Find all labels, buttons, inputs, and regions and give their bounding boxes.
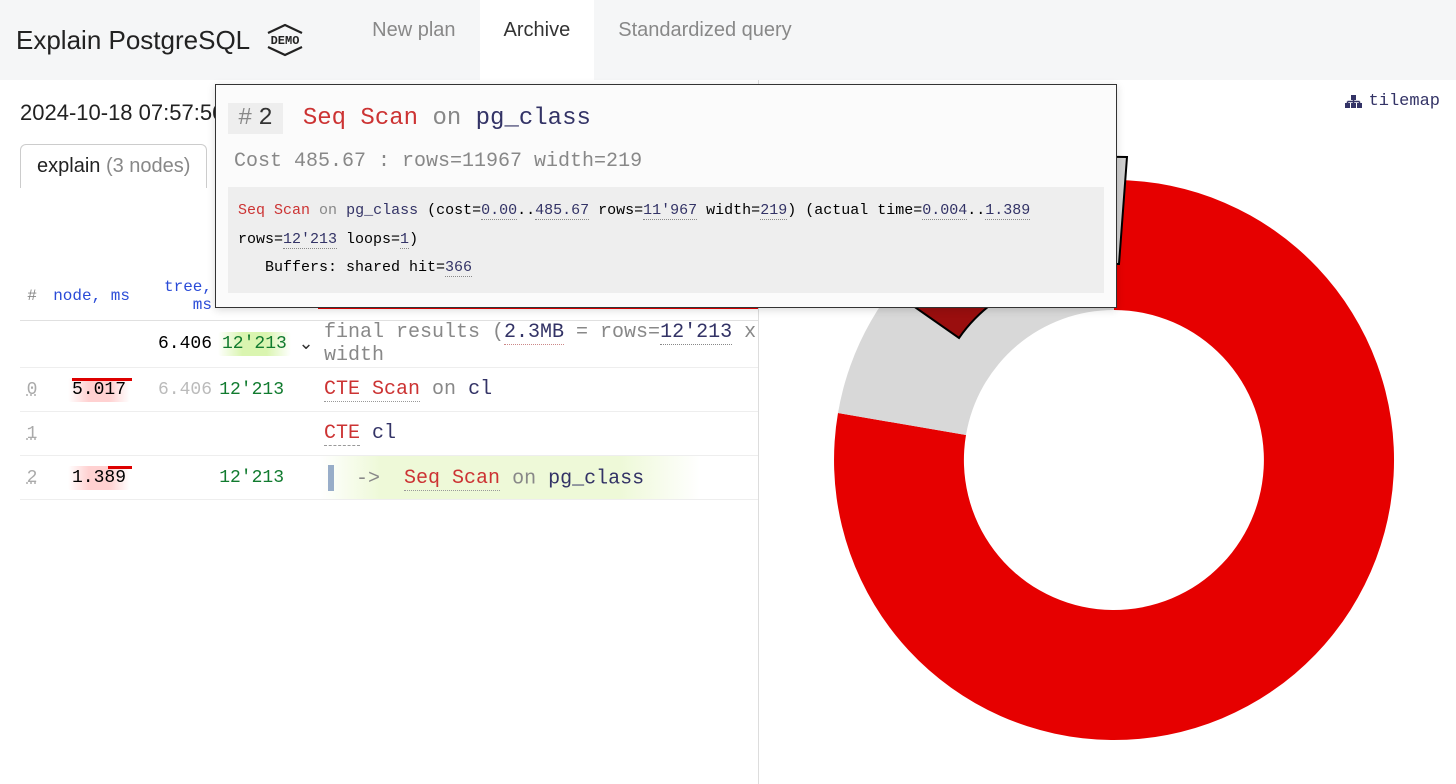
- final-tree: 6.406: [158, 334, 212, 354]
- r0-tree: 6.406: [136, 380, 218, 400]
- tilemap-icon: [1345, 95, 1363, 109]
- tab-archive[interactable]: Archive: [480, 0, 595, 80]
- tooltip-detail: Seq Scan on pg_class (cost=0.00..485.67 …: [228, 187, 1104, 293]
- final-rows: 12'213: [218, 332, 291, 356]
- node-tooltip: # 2 Seq Scan on pg_class Cost 485.67 : r…: [215, 84, 1117, 308]
- row-num: 2: [20, 468, 44, 488]
- tab-std-query[interactable]: Standardized query: [594, 0, 815, 80]
- row-num: 1: [20, 424, 44, 444]
- tilemap-link[interactable]: tilemap: [1345, 92, 1440, 111]
- r2-node: 1.389: [68, 466, 130, 490]
- demo-badge: DEMO: [262, 19, 308, 61]
- r2-op: -> Seq Scan on pg_class: [318, 465, 758, 491]
- svg-text:DEMO: DEMO: [271, 34, 300, 48]
- col-num: #: [20, 287, 44, 305]
- r0-node: 5.017: [68, 378, 130, 402]
- tab-explain[interactable]: explain (3 nodes): [20, 144, 207, 188]
- app-title: Explain PostgreSQL: [16, 25, 250, 56]
- r1-op: CTE cl: [318, 422, 758, 445]
- app-header: Explain PostgreSQL DEMO New plan Archive…: [0, 0, 1456, 80]
- tooltip-table: pg_class: [476, 105, 591, 132]
- col-tree[interactable]: tree, ms: [136, 278, 218, 314]
- tooltip-node-num: # 2: [228, 103, 283, 134]
- plan-row-final[interactable]: 6.406 12'213 ⌄ final results (2.3MB = ro…: [20, 321, 758, 368]
- nav-tabs: New plan Archive Standardized query: [348, 0, 816, 80]
- plan-row-2[interactable]: 2 1.389 12'213 -> Seq Scan on pg_class: [20, 456, 758, 500]
- tooltip-op: Seq Scan: [303, 105, 418, 132]
- plan-row-0[interactable]: 0 5.017 6.406 12'213 CTE Scan on cl: [20, 368, 758, 412]
- row-num: 0: [20, 380, 44, 400]
- r0-op: CTE Scan on cl: [318, 378, 758, 401]
- tooltip-cost: Cost 485.67 : rows=11967 width=219: [234, 150, 1104, 173]
- demo-icon: DEMO: [262, 19, 308, 61]
- explain-label: explain: [37, 155, 100, 177]
- tab-new-plan[interactable]: New plan: [348, 0, 479, 80]
- chevron-down-icon[interactable]: ⌄: [294, 333, 318, 355]
- plan-row-1[interactable]: 1 CTE cl: [20, 412, 758, 456]
- final-results: final results (2.3MB = rows=12'213 x wid…: [318, 321, 758, 367]
- r0-rows: 12'213: [218, 380, 294, 400]
- col-node[interactable]: node, ms: [44, 287, 136, 305]
- explain-nodes: (3 nodes): [106, 155, 191, 177]
- r2-rows: 12'213: [218, 468, 294, 488]
